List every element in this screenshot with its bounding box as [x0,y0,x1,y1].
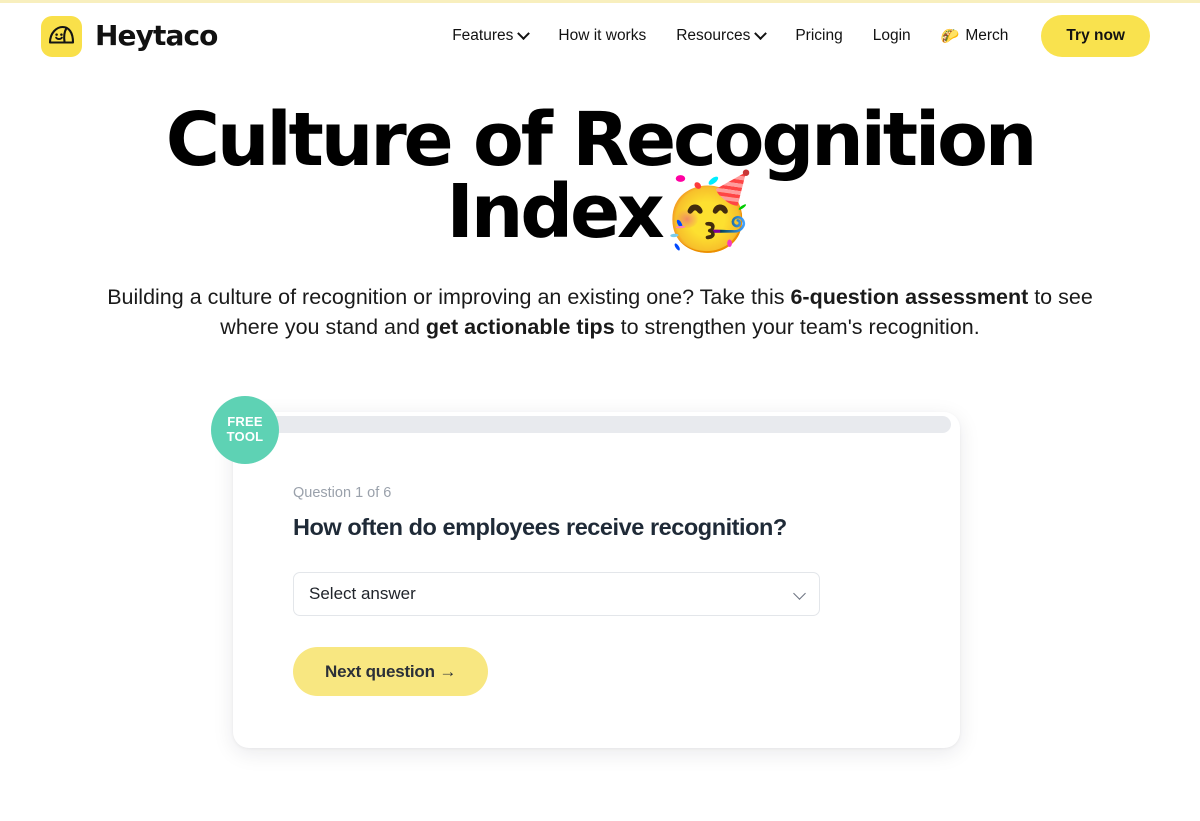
hero-subtitle-bold1: 6-question assessment [790,284,1029,309]
partying-face-emoji-icon: 🥳 [661,168,754,255]
progress-bar-track [242,416,951,433]
hero-subtitle: Building a culture of recognition or imp… [0,282,1200,343]
free-tool-badge-line1: FREE [227,414,263,430]
quiz-card: FREE TOOL Question 1 of 6 How often do e… [211,396,960,748]
nav-item-login[interactable]: Login [858,19,926,53]
hero-subtitle-bold2: get actionable tips [425,315,615,340]
site-header: Heytaco Features How it works Resources … [0,3,1200,69]
main-nav: Features How it works Resources Pricing … [437,15,1150,57]
try-now-button[interactable]: Try now [1041,15,1150,57]
hero-section: Culture of Recognition Index🥳 Building a… [0,103,1200,343]
nav-item-label: Merch [965,27,1009,44]
nav-item-features[interactable]: Features [437,19,543,53]
quiz-card-wrapper: FREE TOOL Question 1 of 6 How often do e… [211,396,960,748]
nav-item-pricing[interactable]: Pricing [780,19,857,53]
page-root: Heytaco Features How it works Resources … [0,0,1200,821]
chevron-down-icon [517,26,531,40]
nav-item-label: Features [452,27,514,44]
question-text: How often do employees receive recogniti… [293,513,787,540]
hero-subtitle-part3: to strengthen your team's recognition. [614,315,980,340]
answer-select-wrapper: Select answer [293,571,820,616]
nav-item-resources[interactable]: Resources [661,19,780,53]
nav-item-label: Resources [676,27,751,44]
nav-item-label: Pricing [795,27,843,44]
chevron-down-icon [754,26,768,40]
nav-item-label: How it works [558,27,647,44]
nav-item-how-it-works[interactable]: How it works [543,19,661,53]
page-title-line2: Index [446,168,664,255]
question-counter: Question 1 of 6 [293,485,392,501]
answer-select[interactable]: Select answer [293,571,820,616]
quiz-body: Question 1 of 6 How often do employees r… [293,486,900,696]
page-title: Culture of Recognition Index🥳 [0,103,1200,249]
brand-name: Heytaco [95,19,218,52]
next-question-button[interactable]: Next question → [293,646,489,696]
free-tool-badge-line2: TOOL [226,429,264,444]
hero-subtitle-part1: Building a culture of recognition or imp… [107,284,791,309]
taco-emoji-icon: 🌮 [940,28,960,45]
nav-item-merch[interactable]: 🌮 Merch [926,19,1024,53]
nav-item-label: Login [872,27,911,44]
free-tool-badge: FREE TOOL [211,396,279,464]
brand-logo-link[interactable]: Heytaco [41,15,218,57]
taco-smiley-icon [41,15,82,57]
answer-select-value: Select answer [309,583,416,603]
